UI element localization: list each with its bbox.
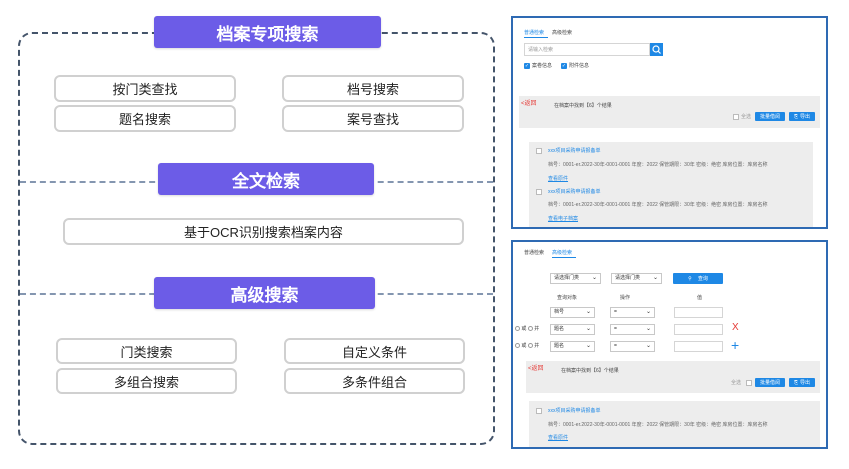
value-input[interactable]	[674, 307, 723, 318]
add-condition-icon[interactable]: +	[731, 337, 739, 353]
view-original-link[interactable]: 查看原件	[548, 435, 568, 441]
feature-case-number: 案号查找	[282, 105, 464, 132]
chevron-down-icon: ⌄	[591, 275, 597, 281]
view-electronic-link[interactable]: 查看电子档案	[548, 216, 578, 222]
result-toolbar	[526, 361, 820, 393]
column-header: 操作	[620, 295, 631, 301]
logic-radio-group[interactable]: 或 并	[515, 326, 539, 332]
tab-basic-search[interactable]: 普通检索	[524, 250, 544, 256]
view-original-link[interactable]: 查看原件	[548, 176, 568, 182]
result-checkbox[interactable]	[536, 408, 542, 414]
chevron-down-icon: ⌄	[585, 326, 591, 332]
operator-select[interactable]: = ⌄	[610, 324, 655, 335]
batch-borrow-button[interactable]: 批量借阅	[755, 112, 785, 121]
search-button[interactable]	[650, 43, 663, 56]
back-link[interactable]: <返回	[521, 101, 537, 108]
search-input[interactable]: 请输入检索	[524, 43, 650, 56]
export-icon: ⎘	[793, 379, 798, 386]
chevron-down-icon: ⌄	[585, 309, 591, 315]
radio-and[interactable]	[527, 326, 533, 332]
column-header: 值	[697, 295, 703, 301]
checkbox-label: 案卷信息	[532, 63, 553, 69]
radio-or[interactable]	[515, 326, 520, 332]
back-link[interactable]: <返回	[528, 366, 544, 373]
feature-title-search: 题名搜索	[54, 105, 236, 132]
chevron-down-icon: ⌄	[652, 275, 658, 281]
column-header: 查询对象	[557, 295, 578, 301]
result-title[interactable]: xxx项目采购申请报备单	[548, 189, 601, 195]
feature-archive-number: 档号搜索	[282, 75, 464, 102]
export-icon: ⎘	[793, 113, 798, 120]
section-title-fulltext: 全文检索	[158, 163, 374, 195]
export-button[interactable]: ⎘ 导出	[789, 112, 815, 121]
select-all-checkbox[interactable]	[746, 380, 752, 386]
section-title-special-search: 档案专项搜索	[154, 16, 381, 48]
select-all-label: 全选	[741, 114, 752, 120]
feature-by-category: 按门类查找	[54, 75, 236, 102]
export-button[interactable]: ⎘ 导出	[789, 378, 815, 387]
field-select[interactable]: 档号 ⌄	[550, 307, 595, 318]
operator-select[interactable]: = ⌄	[610, 341, 655, 352]
tab-advanced-search[interactable]: 高级检索	[552, 30, 572, 36]
basic-search-screenshot: 普通检索 高级检索 请输入检索 ✓ 案卷信息 ✓ 附件信息 <返回 在档案中找到…	[511, 16, 828, 229]
active-tab-underline	[524, 37, 548, 38]
chevron-down-icon: ⌄	[645, 343, 651, 349]
category-select[interactable]: 请选择门类 ⌄	[611, 273, 662, 284]
field-select[interactable]: 题名 ⌄	[550, 341, 595, 352]
feature-custom-condition: 自定义条件	[284, 338, 465, 364]
field-select[interactable]: 题名 ⌄	[550, 324, 595, 335]
remove-condition-icon[interactable]: X	[732, 322, 739, 333]
result-checkbox[interactable]	[536, 148, 542, 154]
chevron-down-icon: ⌄	[645, 309, 651, 315]
checkbox-folder-info[interactable]: ✓	[524, 63, 530, 69]
result-meta: 档号：0001-er.2022-30年-0001-0001 年度：2022 保管…	[548, 202, 768, 208]
feature-ocr-search: 基于OCR识别搜索档案内容	[63, 218, 464, 245]
section-title-advanced: 高级搜索	[154, 277, 375, 309]
batch-borrow-button[interactable]: 批量借阅	[755, 378, 785, 387]
value-input[interactable]	[674, 324, 723, 335]
advanced-search-screenshot: 普通检索 高级检索 请选择门类 ⌄ 请选择门类 ⌄ ⚲ 查询 查询对象 操作 值 档号…	[511, 240, 828, 449]
feature-multi-combo: 多组合搜索	[56, 368, 237, 394]
result-meta: 档号：0001-er.2022-30年-0001-0001 年度：2022 保管…	[548, 422, 768, 428]
result-title[interactable]: xxx项目采购申请报备单	[548, 408, 601, 414]
value-input[interactable]	[674, 341, 723, 352]
result-count: 在档案中找到【6】个结果	[554, 103, 612, 109]
chevron-down-icon: ⌄	[645, 326, 651, 332]
radio-or[interactable]	[515, 343, 520, 349]
search-icon	[652, 45, 661, 54]
tab-advanced-search[interactable]: 高级检索	[552, 250, 572, 256]
checkbox-label: 附件信息	[569, 63, 590, 69]
operator-select[interactable]: = ⌄	[610, 307, 655, 318]
active-tab-underline	[552, 257, 576, 258]
category-select[interactable]: 请选择门类 ⌄	[550, 273, 601, 284]
checkbox-attachment-info[interactable]: ✓	[561, 63, 567, 69]
search-icon: ⚲	[688, 275, 692, 282]
query-button[interactable]: ⚲ 查询	[673, 273, 723, 284]
feature-multi-condition: 多条件组合	[284, 368, 465, 394]
result-checkbox[interactable]	[536, 189, 542, 195]
logic-radio-group[interactable]: 或 并	[515, 343, 539, 349]
tab-basic-search[interactable]: 普通检索	[524, 30, 544, 36]
chevron-down-icon: ⌄	[585, 343, 591, 349]
result-meta: 档号：0001-er.2022-30年-0001-0001 年度：2022 保管…	[548, 162, 768, 168]
feature-category-search: 门类搜索	[56, 338, 237, 364]
select-all-label: 全选	[731, 380, 742, 386]
radio-and[interactable]	[527, 343, 533, 349]
select-all-checkbox[interactable]	[733, 114, 739, 120]
result-count: 在档案中找到【6】个结果	[561, 368, 619, 374]
result-title[interactable]: xxx项目采购申请报备单	[548, 148, 601, 154]
